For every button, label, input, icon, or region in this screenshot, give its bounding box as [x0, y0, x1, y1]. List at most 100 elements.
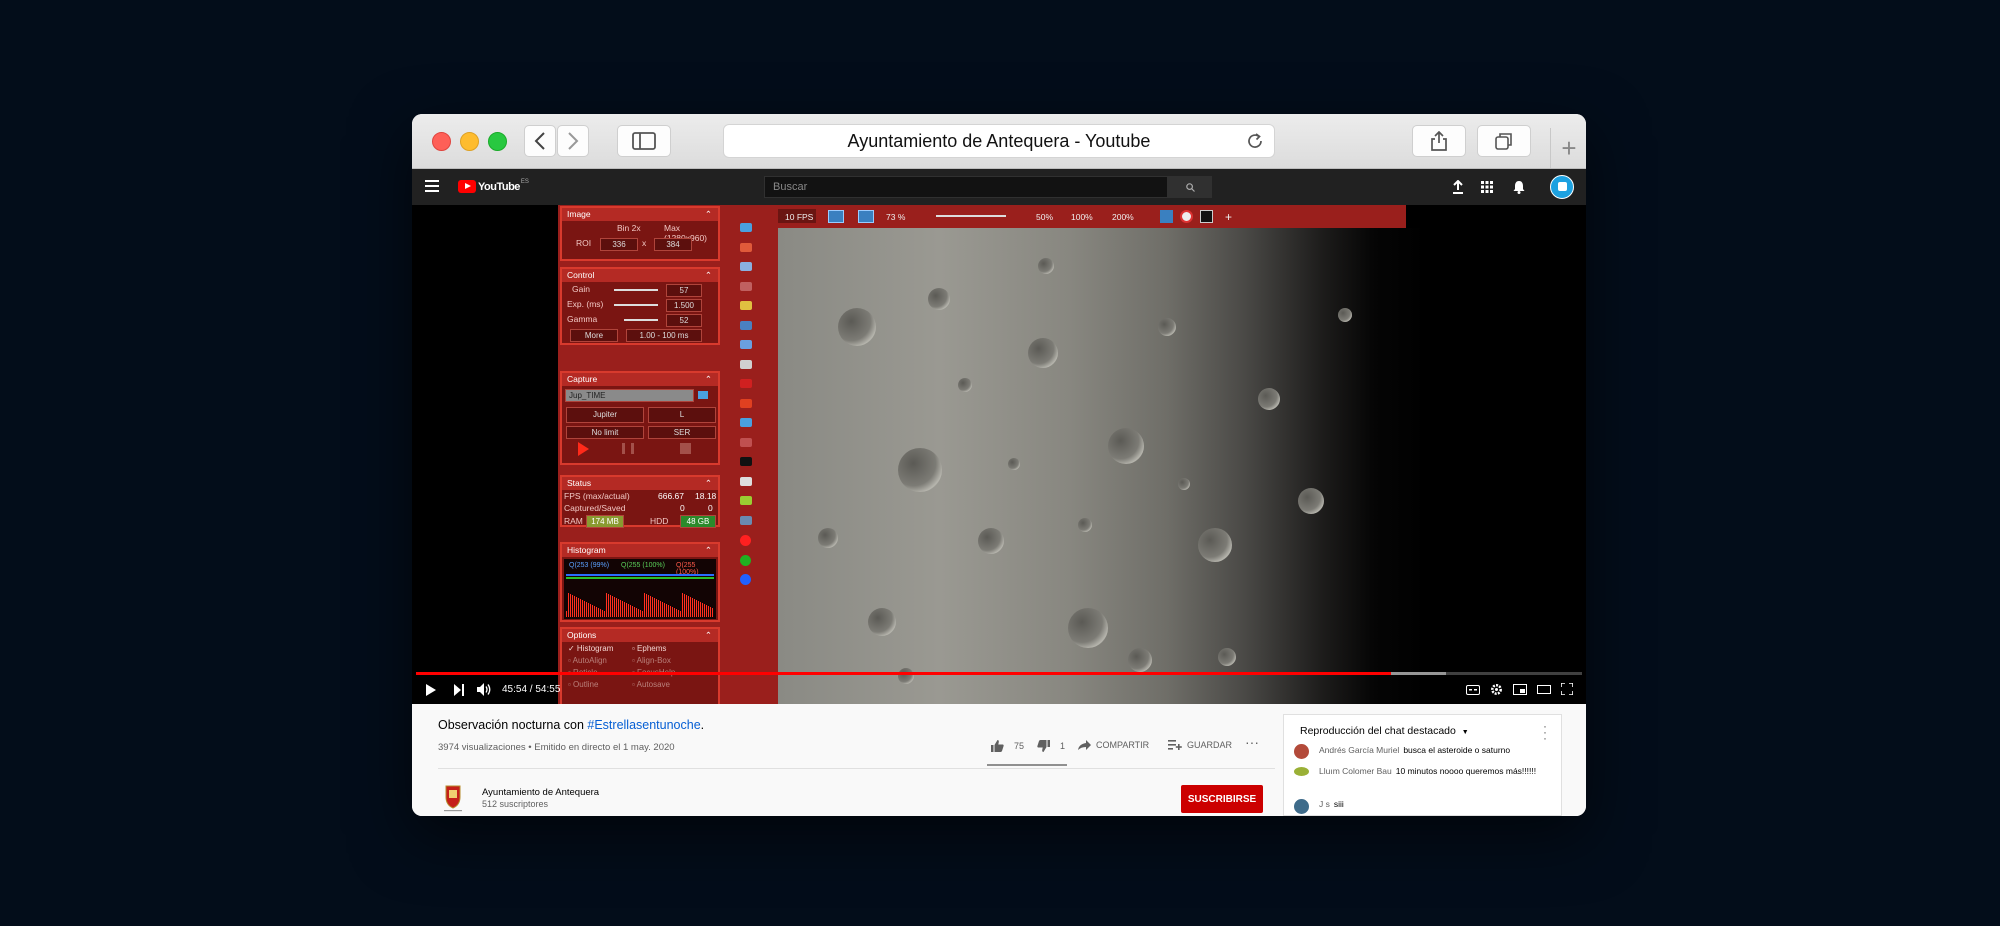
channel-name[interactable]: Ayuntamiento de Antequera: [482, 787, 599, 798]
tool-icon[interactable]: [740, 301, 752, 310]
zoom-100-button[interactable]: 100%: [1071, 212, 1093, 222]
tabs-overview-button[interactable]: [1477, 125, 1531, 157]
youtube-logo[interactable]: YouTube ES: [458, 179, 529, 193]
fullscreen-icon[interactable]: [1561, 683, 1573, 695]
volume-icon[interactable]: [477, 683, 491, 696]
roi-height-field[interactable]: 384: [654, 238, 692, 251]
tool-icon[interactable]: [740, 223, 752, 232]
option-item[interactable]: ▫ Align-Box: [632, 656, 671, 665]
more-actions-button[interactable]: ···: [1245, 734, 1259, 750]
menu-icon[interactable]: [425, 180, 439, 192]
zoom-window-button[interactable]: [488, 132, 507, 151]
tool-icon[interactable]: [740, 418, 752, 427]
minimize-window-button[interactable]: [460, 132, 479, 151]
gain-slider[interactable]: [614, 289, 658, 291]
collapse-icon[interactable]: ⌃: [705, 477, 712, 490]
collapse-icon[interactable]: ⌃: [705, 629, 712, 642]
channel-avatar[interactable]: [440, 783, 466, 813]
apps-grid-icon[interactable]: [1481, 181, 1493, 193]
collapse-icon[interactable]: ⌃: [705, 208, 712, 221]
close-window-button[interactable]: [432, 132, 451, 151]
filter-field[interactable]: L: [648, 407, 716, 423]
exposure-slider[interactable]: [614, 304, 658, 306]
add-icon[interactable]: +: [1225, 210, 1232, 224]
option-item[interactable]: ✓ Histogram: [568, 644, 613, 653]
tool-icon[interactable]: [740, 535, 751, 546]
miniplayer-icon[interactable]: [1513, 684, 1527, 695]
subtitles-icon[interactable]: [1466, 685, 1480, 695]
tool-icon[interactable]: [740, 398, 752, 408]
tool-icon[interactable]: [740, 320, 752, 330]
more-vertical-icon[interactable]: · · ·: [1543, 720, 1547, 744]
save-button[interactable]: GUARDAR: [1168, 740, 1232, 750]
tool-icon[interactable]: [740, 554, 751, 566]
reload-icon[interactable]: [1246, 132, 1264, 150]
histogram-icon[interactable]: [1200, 210, 1213, 223]
play-icon[interactable]: [426, 684, 436, 696]
run-icon[interactable]: [1160, 210, 1173, 223]
tool-icon[interactable]: [740, 496, 752, 505]
exposure-field[interactable]: 1.500: [666, 299, 702, 312]
video-player[interactable]: Image⌃ Bin 2x Max (1280x960) ROI 336 x 3…: [412, 205, 1586, 704]
zoom-slider[interactable]: [936, 215, 1006, 217]
zoom-50-button[interactable]: 50%: [1036, 212, 1053, 222]
bell-icon[interactable]: [1513, 180, 1525, 194]
gear-icon[interactable]: [1490, 683, 1503, 696]
tool-icon[interactable]: [740, 242, 752, 252]
tool-icon[interactable]: [740, 340, 752, 349]
roi-width-field[interactable]: 336: [600, 238, 638, 251]
tool-icon[interactable]: [740, 457, 752, 466]
tool-icon[interactable]: [740, 515, 752, 525]
upload-icon[interactable]: [1452, 180, 1464, 194]
gain-field[interactable]: 57: [666, 284, 702, 297]
back-button[interactable]: [524, 125, 556, 157]
hashtag-link[interactable]: #Estrellasentunoche: [587, 718, 700, 732]
option-item[interactable]: ▫ Ephems: [632, 644, 666, 653]
tool-icon[interactable]: [740, 379, 752, 388]
avatar[interactable]: [1550, 175, 1574, 199]
forward-button[interactable]: [557, 125, 589, 157]
fps-limit-dropdown[interactable]: 10 FPS: [785, 212, 813, 222]
fit-icon[interactable]: [858, 210, 874, 223]
tool-icon[interactable]: [740, 574, 751, 585]
option-item[interactable]: ▫ AutoAlign: [568, 656, 607, 665]
gamma-field[interactable]: 52: [666, 314, 702, 327]
format-dropdown[interactable]: SER: [648, 426, 716, 439]
search-button[interactable]: [1168, 176, 1212, 198]
search-input[interactable]: Buscar: [764, 176, 1168, 198]
chat-header[interactable]: Reproducción del chat destacado ▼: [1300, 725, 1469, 737]
stop-icon[interactable]: [680, 443, 691, 454]
share-video-button[interactable]: COMPARTIR: [1078, 740, 1149, 750]
tool-icon[interactable]: [740, 262, 752, 271]
gamma-slider[interactable]: [624, 319, 658, 321]
filename-field[interactable]: Jup_TIME: [565, 389, 694, 402]
dislike-button[interactable]: 1: [1037, 740, 1065, 752]
sidebar-toggle-button[interactable]: [617, 125, 671, 157]
target-field[interactable]: Jupiter: [566, 407, 644, 423]
collapse-icon[interactable]: ⌃: [705, 544, 712, 557]
settings-icon[interactable]: [1180, 210, 1193, 223]
bin-option[interactable]: Bin 2x: [617, 223, 641, 233]
next-icon[interactable]: [454, 684, 464, 696]
display-mode-icon[interactable]: [828, 210, 844, 223]
zoom-level[interactable]: 73 %: [886, 212, 905, 222]
subscribe-button[interactable]: SUSCRIBIRSE: [1181, 785, 1263, 813]
like-button[interactable]: 75: [991, 740, 1024, 752]
collapse-icon[interactable]: ⌃: [705, 269, 712, 282]
pause-icon[interactable]: [622, 443, 634, 454]
theater-mode-icon[interactable]: [1537, 685, 1551, 694]
address-bar[interactable]: Ayuntamiento de Antequera - Youtube: [723, 124, 1275, 158]
tool-icon[interactable]: [740, 359, 752, 369]
new-tab-button[interactable]: +: [1550, 128, 1586, 168]
start-capture-icon[interactable]: [578, 442, 589, 456]
folder-icon[interactable]: [698, 391, 708, 399]
tool-icon[interactable]: [740, 476, 752, 486]
progress-bar[interactable]: [416, 672, 1582, 675]
tool-icon[interactable]: [740, 437, 752, 447]
exposure-range-dropdown[interactable]: 1.00 - 100 ms: [626, 329, 702, 342]
limit-dropdown[interactable]: No limit: [566, 426, 644, 439]
more-dropdown[interactable]: More: [570, 329, 618, 342]
zoom-200-button[interactable]: 200%: [1112, 212, 1134, 222]
collapse-icon[interactable]: ⌃: [705, 373, 712, 386]
tool-icon[interactable]: [740, 281, 752, 291]
